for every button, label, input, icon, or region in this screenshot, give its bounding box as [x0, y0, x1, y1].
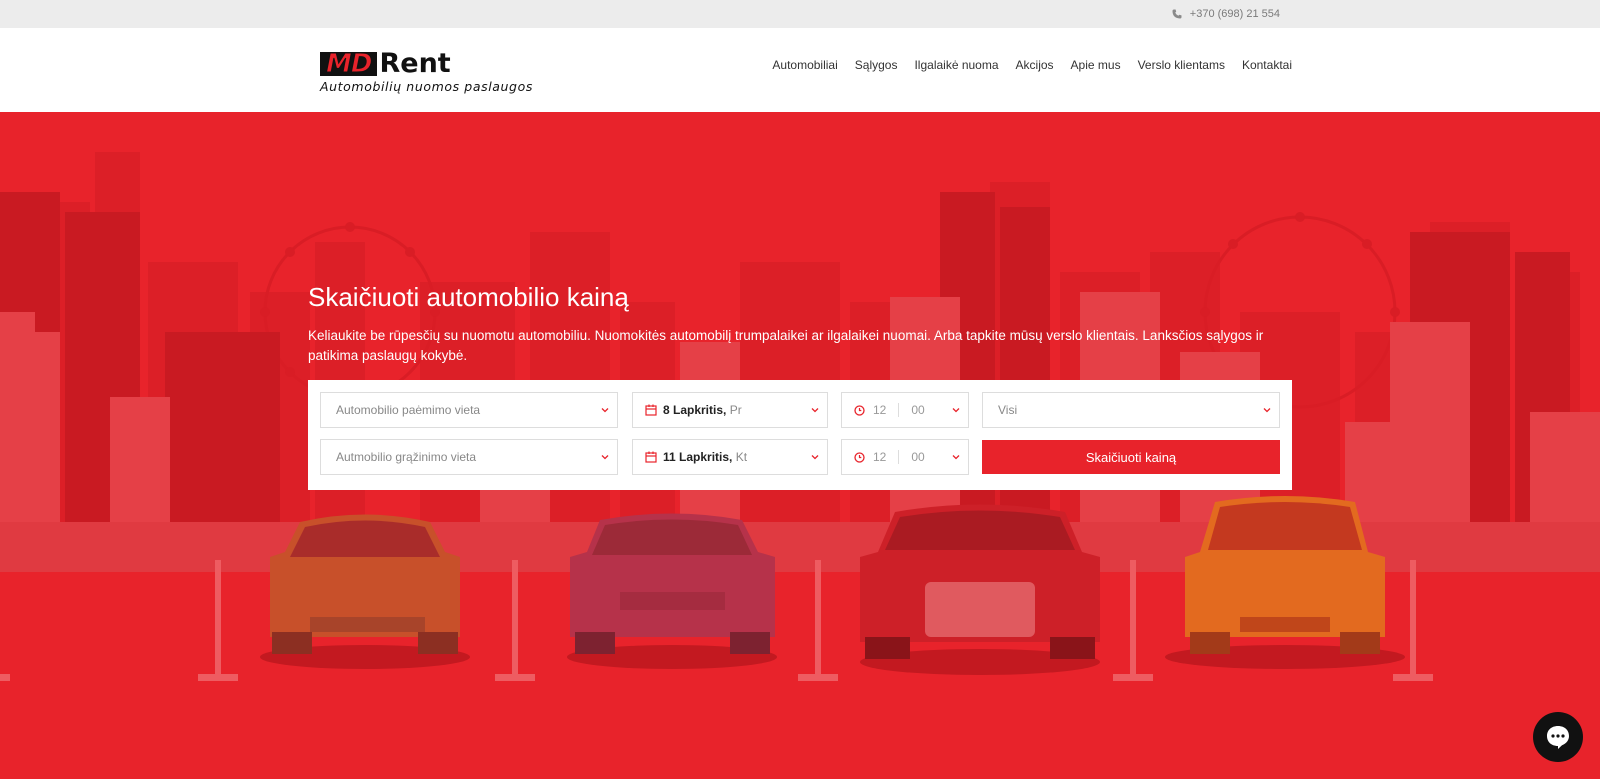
chat-icon [1547, 726, 1569, 749]
car-category-select[interactable]: Visi [982, 392, 1280, 428]
pickup-hour[interactable]: 12 [865, 403, 900, 417]
return-date-picker[interactable]: 11 Lapkritis, Kt [632, 439, 828, 475]
phone-icon [1172, 9, 1182, 19]
nav-akcijos[interactable]: Akcijos [1016, 58, 1054, 72]
car-2 [567, 513, 777, 669]
site-header: MD Rent Automobilių nuomos paslaugos Aut… [0, 28, 1600, 112]
return-hour[interactable]: 12 [865, 450, 900, 464]
chevron-down-icon [811, 408, 819, 413]
chevron-down-icon [952, 455, 960, 460]
calendar-icon [645, 404, 657, 416]
pickup-location-placeholder: Automobilio paėmimo vieta [336, 403, 481, 417]
pickup-location-select[interactable]: Automobilio paėmimo vieta [320, 392, 618, 428]
nav-ilgalaike-nuoma[interactable]: Ilgalaikė nuoma [914, 58, 998, 72]
logo-rent: Rent [379, 48, 451, 79]
pickup-date: 8 Lapkritis [663, 403, 724, 417]
return-weekday: Kt [735, 450, 748, 464]
chat-widget-button[interactable] [1533, 712, 1583, 762]
logo-md: MD [320, 51, 378, 78]
chevron-down-icon [811, 455, 819, 460]
main-nav: Automobiliai Sąlygos Ilgalaikė nuoma Akc… [772, 58, 1292, 72]
car-category-value: Visi [998, 403, 1018, 417]
chevron-down-icon [601, 455, 609, 460]
nav-automobiliai[interactable]: Automobiliai [772, 58, 837, 72]
pickup-minute[interactable]: 00 [899, 403, 924, 417]
clock-icon [854, 451, 865, 463]
chevron-down-icon [1263, 408, 1271, 413]
pickup-date-picker[interactable]: 8 Lapkritis, Pr [632, 392, 828, 428]
return-time-picker[interactable]: 12 00 [841, 439, 969, 475]
pickup-time-picker[interactable]: 12 00 [841, 392, 969, 428]
top-bar: +370 (698) 21 554 [0, 0, 1600, 28]
brand-logo[interactable]: MD Rent Automobilių nuomos paslaugos [320, 48, 556, 98]
nav-kontaktai[interactable]: Kontaktai [1242, 58, 1292, 72]
nav-apie-mus[interactable]: Apie mus [1071, 58, 1121, 72]
return-minute[interactable]: 00 [899, 450, 924, 464]
return-location-placeholder: Autmobilio grąžinimo vieta [336, 450, 477, 464]
nav-salygos[interactable]: Sąlygos [855, 58, 898, 72]
calendar-icon [645, 451, 657, 463]
hero-section: Skaičiuoti automobilio kainą Keliaukite … [0, 112, 1600, 779]
logo-tagline: Automobilių nuomos paslaugos [320, 79, 533, 94]
pickup-weekday: Pr [729, 403, 742, 417]
hero-description: Keliaukite be rūpesčių su nuomotu automo… [308, 328, 1264, 363]
chevron-down-icon [952, 408, 960, 413]
chevron-down-icon [601, 408, 609, 413]
return-date: 11 Lapkritis [663, 450, 730, 464]
return-location-select[interactable]: Autmobilio grąžinimo vieta [320, 439, 618, 475]
hero-title: Skaičiuoti automobilio kainą [308, 282, 629, 312]
car-3 [860, 504, 1100, 675]
phone-contact[interactable]: +370 (698) 21 554 [1172, 8, 1280, 20]
nav-verslo-klientams[interactable]: Verslo klientams [1138, 58, 1225, 72]
calculate-price-button[interactable]: Skaičiuoti kainą [982, 440, 1280, 474]
clock-icon [854, 404, 865, 416]
phone-number[interactable]: +370 (698) 21 554 [1190, 8, 1280, 20]
price-calculator-form: Automobilio paėmimo vieta 8 Lapkritis, P… [308, 380, 1292, 490]
